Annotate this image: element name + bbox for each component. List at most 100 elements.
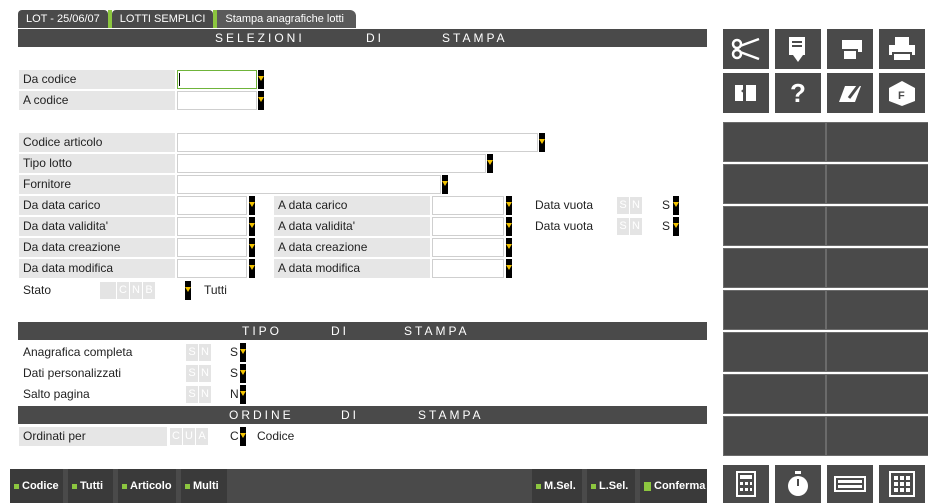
da-data-creazione-input[interactable] — [177, 238, 247, 257]
da-data-carico-dropdown-icon[interactable] — [249, 196, 255, 215]
tab-stampa-anagrafiche[interactable]: Stampa anagrafiche lotti — [217, 10, 357, 28]
dati-personalizzati-value[interactable]: S — [230, 364, 238, 383]
document-export-icon[interactable] — [775, 29, 821, 69]
a-codice-dropdown-icon[interactable] — [258, 91, 264, 110]
timer-icon[interactable] — [775, 465, 821, 503]
option-a[interactable]: A — [196, 428, 208, 445]
anagrafica-completa-dropdown-icon[interactable] — [240, 343, 246, 362]
function-key[interactable] — [826, 248, 928, 288]
codice-button[interactable]: Codice — [10, 469, 63, 503]
grid-icon[interactable] — [879, 465, 925, 503]
ordinati-per-dropdown-icon[interactable] — [240, 427, 246, 446]
a-data-modifica-dropdown-icon[interactable] — [506, 259, 512, 278]
scissors-icon[interactable] — [723, 29, 769, 69]
function-key[interactable] — [826, 290, 928, 330]
da-data-validita-dropdown-icon[interactable] — [249, 217, 255, 236]
a-data-carico-dropdown-icon[interactable] — [506, 196, 512, 215]
da-data-carico-input[interactable] — [177, 196, 247, 215]
codice-articolo-dropdown-icon[interactable] — [539, 133, 545, 152]
data-vuota-value[interactable]: S — [662, 196, 670, 215]
function-key[interactable] — [723, 374, 826, 414]
function-key[interactable] — [723, 248, 826, 288]
function-key[interactable] — [723, 290, 826, 330]
option-c[interactable]: C — [170, 428, 182, 445]
a-data-modifica-input[interactable] — [432, 259, 504, 278]
da-codice-dropdown-icon[interactable] — [258, 70, 264, 89]
function-key[interactable] — [826, 332, 928, 372]
function-key[interactable] — [723, 206, 826, 246]
option-s[interactable]: S — [186, 365, 198, 382]
button-marker-icon — [72, 483, 77, 489]
data-vuota-value[interactable]: S — [662, 217, 670, 236]
fornitore-input[interactable] — [177, 175, 441, 194]
multi-button[interactable]: Multi — [181, 469, 227, 503]
option-n[interactable]: N — [199, 386, 211, 403]
salto-pagina-options: S N — [186, 386, 212, 403]
dati-personalizzati-dropdown-icon[interactable] — [240, 364, 246, 383]
da-data-validita-input[interactable] — [177, 217, 247, 236]
da-data-modifica-dropdown-icon[interactable] — [249, 259, 255, 278]
lsel-button[interactable]: L.Sel. — [587, 469, 635, 503]
tipo-lotto-dropdown-icon[interactable] — [487, 154, 493, 173]
option-n[interactable]: N — [630, 197, 642, 214]
function-key[interactable] — [826, 416, 928, 456]
da-codice-input[interactable] — [177, 70, 257, 89]
tipo-lotto-input[interactable] — [177, 154, 486, 173]
edit-icon[interactable] — [827, 73, 873, 113]
function-key[interactable] — [723, 416, 826, 456]
keyboard-icon[interactable] — [827, 465, 873, 503]
msel-button[interactable]: M.Sel. — [532, 469, 582, 503]
function-key[interactable] — [723, 122, 826, 162]
option-s[interactable]: S — [617, 218, 629, 235]
tab-lotti-semplici[interactable]: LOTTI SEMPLICI — [111, 10, 214, 28]
printer-icon[interactable] — [879, 29, 925, 69]
tab-lot[interactable]: LOT - 25/06/07 — [18, 10, 108, 28]
salto-pagina-dropdown-icon[interactable] — [240, 385, 246, 404]
tutti-button[interactable]: Tutti — [68, 469, 113, 503]
function-key[interactable] — [826, 374, 928, 414]
button-marker-icon — [122, 483, 127, 489]
option-c[interactable]: C — [117, 282, 129, 299]
a-codice-input[interactable] — [177, 91, 257, 110]
data-vuota-dropdown-icon[interactable] — [673, 217, 679, 236]
function-key[interactable] — [723, 332, 826, 372]
articolo-button[interactable]: Articolo — [118, 469, 176, 503]
a-data-creazione-dropdown-icon[interactable] — [506, 238, 512, 257]
anagrafica-completa-value[interactable]: S — [230, 343, 238, 362]
a-data-validita-input[interactable] — [432, 217, 504, 236]
function-key[interactable] — [826, 164, 928, 204]
fornitore-dropdown-icon[interactable] — [442, 175, 448, 194]
help-icon[interactable]: ? — [775, 73, 821, 113]
option-s[interactable]: S — [186, 386, 198, 403]
function-key[interactable] — [723, 164, 826, 204]
stato-dropdown-icon[interactable] — [185, 281, 191, 300]
calculator-icon[interactable] — [723, 465, 769, 503]
conferma-button[interactable]: Conferma — [640, 469, 707, 503]
function-key[interactable] — [826, 206, 928, 246]
option-blank[interactable] — [100, 282, 116, 299]
data-vuota-dropdown-icon[interactable] — [673, 196, 679, 215]
a-data-carico-input[interactable] — [432, 196, 504, 215]
salto-pagina-value[interactable]: N — [230, 385, 239, 404]
option-n[interactable]: N — [630, 218, 642, 235]
ordinati-per-value[interactable]: C — [230, 427, 239, 446]
function-key[interactable] — [826, 122, 928, 162]
lsel-button-label: L.Sel. — [599, 480, 629, 492]
option-s[interactable]: S — [617, 197, 629, 214]
button-marker-icon — [536, 483, 541, 489]
option-b[interactable]: B — [143, 282, 155, 299]
print-preview-icon[interactable] — [827, 29, 873, 69]
option-u[interactable]: U — [183, 428, 195, 445]
codice-articolo-input[interactable] — [177, 133, 538, 152]
option-s[interactable]: S — [186, 344, 198, 361]
option-n[interactable]: N — [199, 344, 211, 361]
option-n[interactable]: N — [199, 365, 211, 382]
fax-icon[interactable]: F — [879, 73, 925, 113]
da-data-modifica-input[interactable] — [177, 259, 247, 278]
a-data-creazione-input[interactable] — [432, 238, 504, 257]
import-icon[interactable] — [723, 73, 769, 113]
a-data-validita-dropdown-icon[interactable] — [506, 217, 512, 236]
da-data-validita-label: Da data validita' — [19, 217, 175, 236]
option-n[interactable]: N — [130, 282, 142, 299]
da-data-creazione-dropdown-icon[interactable] — [249, 238, 255, 257]
